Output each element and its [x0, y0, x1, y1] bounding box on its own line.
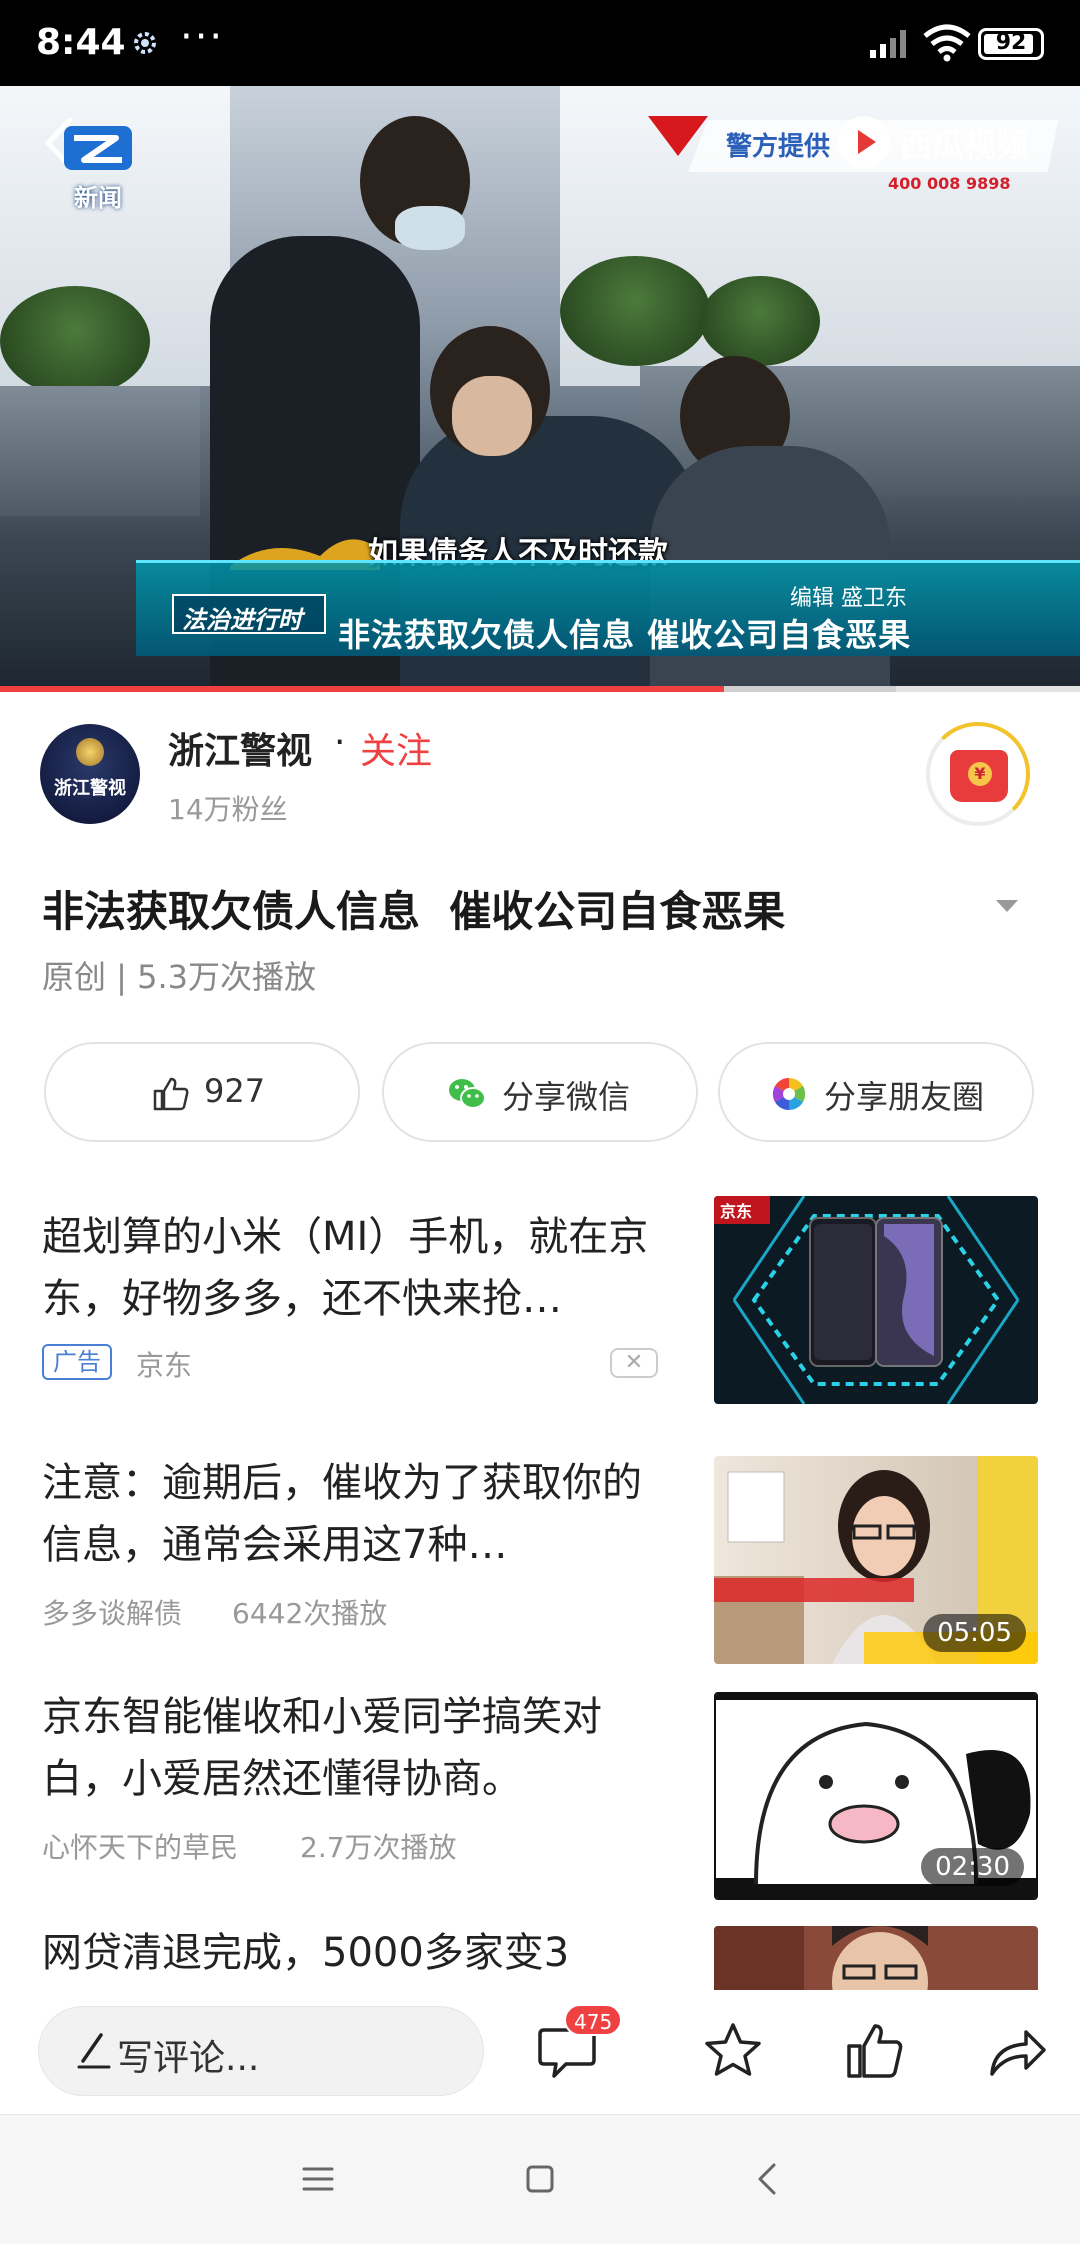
feed-item-duration: 02:30: [921, 1848, 1024, 1886]
red-packet-coin-icon: ¥: [968, 762, 992, 786]
system-nav-bar: [0, 2114, 1080, 2244]
presenter-artwork: [714, 1926, 928, 1990]
author-avatar[interactable]: 浙江警视: [40, 724, 140, 824]
expand-title-chevron-icon[interactable]: [994, 898, 1020, 914]
video-person-mask: [395, 206, 465, 250]
wechat-icon: [449, 1079, 486, 1109]
feed-item-plays: 6442次播放: [232, 1597, 388, 1630]
signal-icon: [870, 30, 906, 58]
battery-level-text: 92: [995, 30, 1027, 55]
video-headline-caption: 非法获取欠债人信息 催收公司自食恶果: [338, 616, 912, 654]
feed-item-author: 多多谈解债: [42, 1597, 183, 1630]
bottom-toolbar: 写评论... 475: [0, 1990, 1080, 2114]
feed-item-author: 心怀天下的草民: [42, 1831, 239, 1864]
feed-item-thumbnail[interactable]: 02:30: [714, 1692, 1038, 1900]
pen-icon: [77, 2033, 111, 2069]
xigua-logo-icon: [838, 116, 890, 168]
hotline-text: 400 008 9898: [888, 174, 1011, 193]
status-time: 8:44: [36, 22, 126, 63]
video-person-face: [452, 376, 532, 456]
video-bg-plant: [560, 256, 710, 366]
feed-item-title[interactable]: 网贷清退完成，5000多家变3: [42, 1922, 672, 1984]
thumbs-up-icon: [153, 1077, 189, 1111]
feed-item-title[interactable]: 京东智能催收和小爱同学搞笑对白，小爱居然还懂得协商。: [42, 1686, 672, 1810]
share-wechat-label: 分享微信: [502, 1078, 631, 1116]
feed-item-plays: 2.7万次播放: [300, 1831, 457, 1864]
feed-item-thumbnail[interactable]: [714, 1926, 1038, 1990]
follow-button[interactable]: 关注: [360, 722, 432, 774]
author-separator: ·: [334, 722, 346, 763]
video-progress-fill: [0, 686, 724, 692]
comment-input[interactable]: 写评论...: [38, 2006, 484, 2096]
moments-aperture-icon: [772, 1077, 806, 1111]
video-progress-bar[interactable]: [0, 686, 1080, 692]
video-bg-plant: [0, 286, 150, 396]
video-meta: 原创 | 5.3万次播放: [42, 958, 317, 996]
wifi-icon: [923, 24, 971, 62]
ad-source: 京东: [136, 1349, 193, 1382]
feed-item-thumbnail[interactable]: 京东: [714, 1196, 1038, 1404]
status-bar: 8:44 ··· 92: [0, 0, 1080, 86]
show-name-badge: 法治进行时: [172, 594, 326, 634]
channel-logo-text: 新闻: [74, 184, 122, 212]
like-button[interactable]: 927: [44, 1042, 360, 1142]
red-packet-button[interactable]: ¥: [926, 722, 1030, 826]
favorite-star-icon[interactable]: [702, 2020, 764, 2082]
video-bg-desk: [0, 386, 200, 516]
share-arrow-icon[interactable]: [986, 2020, 1048, 2082]
video-title: 非法获取欠债人信息 催收公司自食恶果: [42, 887, 786, 936]
video-player[interactable]: 新闻 警方提供 西瓜视频 400 008 9898 如果债务人不及时还款 法治进…: [0, 86, 1080, 692]
watermark-text: 西瓜视频: [900, 126, 1029, 164]
menu-icon[interactable]: [298, 2159, 338, 2199]
feed-item-title[interactable]: 超划算的小米（MI）手机，就在京东，好物多多，还不快来抢…: [42, 1206, 672, 1330]
comment-placeholder: 写评论...: [117, 2038, 260, 2079]
like-thumbs-up-icon[interactable]: [844, 2020, 906, 2082]
settings-gear-icon: [134, 32, 156, 54]
feed-item-title[interactable]: 注意：逾期后，催收为了获取你的信息，通常会采用这7种…: [42, 1452, 672, 1576]
feed-item-thumbnail[interactable]: 05:05: [714, 1456, 1038, 1664]
phone-ad-artwork: [714, 1196, 1020, 1404]
share-wechat-button[interactable]: 分享微信: [382, 1042, 698, 1142]
video-bg-plant: [700, 276, 820, 366]
source-banner-text: 警方提供: [726, 132, 831, 162]
home-square-icon[interactable]: [520, 2159, 560, 2199]
comment-count-badge: 475: [564, 2004, 623, 2036]
status-more-dots: ···: [180, 14, 225, 60]
author-name[interactable]: 浙江警视: [168, 722, 312, 774]
feed-item-duration: 05:05: [923, 1614, 1026, 1652]
ad-badge: 广告: [42, 1344, 112, 1380]
editor-credit: 编辑 盛卫东: [790, 586, 907, 611]
author-avatar-text: 浙江警视: [54, 778, 126, 799]
author-fans-count: 14万粉丝: [168, 793, 288, 826]
share-moments-label: 分享朋友圈: [824, 1078, 985, 1116]
battery-icon: 92: [978, 28, 1044, 60]
share-moments-button[interactable]: 分享朋友圈: [718, 1042, 1034, 1142]
back-nav-icon[interactable]: [748, 2159, 788, 2199]
ad-close-button[interactable]: ✕: [610, 1348, 658, 1378]
like-count: 927: [204, 1072, 266, 1110]
police-emblem-icon: [76, 738, 104, 766]
thumb-brand-label: 京东: [720, 1202, 753, 1221]
